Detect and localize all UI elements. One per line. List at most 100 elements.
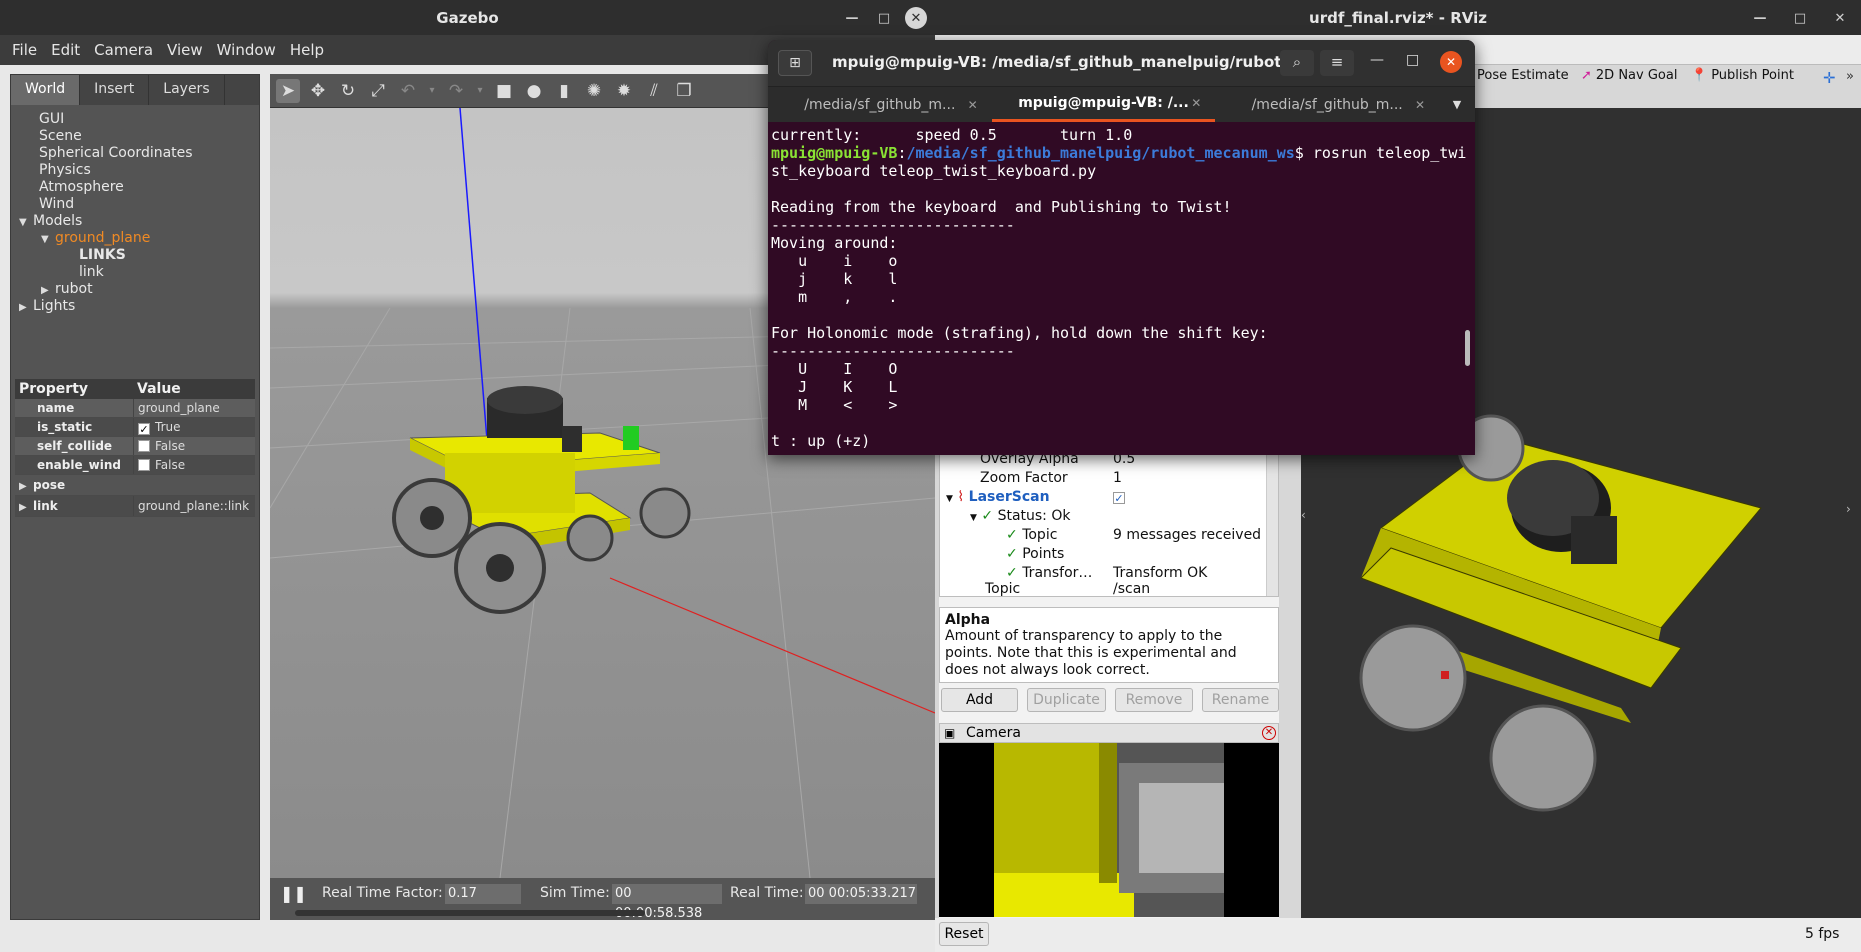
scale-icon[interactable]: ⤢ — [366, 79, 390, 103]
close-icon[interactable]: ✕ — [905, 7, 927, 29]
tool-nav-goal[interactable]: ➚ 2D Nav Goal — [1581, 68, 1677, 83]
menu-help[interactable]: Help — [290, 41, 324, 59]
expand-right-icon[interactable]: ▶ — [19, 476, 33, 497]
tree-item-rubot[interactable]: ▶ rubot — [11, 281, 259, 298]
tab-list-dropdown-icon[interactable]: ▼ — [1439, 87, 1475, 122]
maximize-icon[interactable]: □ — [1789, 7, 1811, 29]
reset-button[interactable]: Reset — [939, 922, 989, 946]
expand-right-icon[interactable]: ▶ — [41, 282, 55, 299]
tab-world[interactable]: World — [11, 75, 81, 105]
tree-item-atmosphere[interactable]: Atmosphere — [11, 179, 259, 196]
close-icon[interactable]: ✕ — [1440, 51, 1462, 73]
hamburger-menu-icon[interactable]: ≡ — [1320, 50, 1354, 76]
terminal-output[interactable]: currently: speed 0.5 turn 1.0 mpuig@mpui… — [768, 122, 1475, 450]
copy-icon[interactable]: ❐ — [672, 79, 696, 103]
undo-icon[interactable]: ↶ — [396, 79, 420, 103]
tree-item-scene[interactable]: Scene — [11, 128, 259, 145]
prop-value[interactable]: ✓ True — [133, 418, 255, 436]
terminal-scrollbar[interactable] — [1465, 330, 1470, 366]
undo-dropdown-icon[interactable]: ▾ — [426, 79, 438, 103]
terminal-tab-3[interactable]: /media/sf_github_m... ✕ — [1215, 87, 1439, 122]
checkbox-unchecked[interactable] — [138, 440, 150, 452]
close-icon[interactable]: ✕ — [1829, 7, 1851, 29]
expand-down-icon[interactable]: ▼ — [19, 214, 33, 231]
prop-value[interactable]: ground_plane — [133, 399, 255, 417]
translate-icon[interactable]: ✥ — [306, 79, 330, 103]
toolbar-overflow-icon[interactable]: » — [1846, 69, 1854, 84]
spot-light-icon[interactable]: ✹ — [612, 79, 636, 103]
pause-icon[interactable]: ❚❚ — [280, 884, 307, 903]
expand-down-icon[interactable]: ▼ — [970, 513, 977, 523]
remove-button[interactable]: Remove — [1115, 688, 1193, 712]
expand-right-icon[interactable]: ▶ — [19, 497, 33, 518]
cylinder-shape-icon[interactable]: ▮ — [552, 79, 576, 103]
checkbox-checked[interactable]: ✓ — [138, 423, 150, 435]
tab-insert[interactable]: Insert — [80, 75, 150, 105]
redo-dropdown-icon[interactable]: ▾ — [474, 79, 486, 103]
laserscan-enabled-checkbox[interactable]: ✓ — [1113, 492, 1125, 504]
menu-file[interactable]: File — [12, 41, 37, 59]
box-shape-icon[interactable]: ■ — [492, 79, 516, 103]
tree-item-wind[interactable]: Wind — [11, 196, 259, 213]
tab-close-icon[interactable]: ✕ — [1191, 96, 1201, 110]
tool-publish-point[interactable]: 📍 Publish Point — [1691, 68, 1794, 83]
status-ok-row[interactable]: ▼ ✓ Status: Ok — [970, 507, 1070, 526]
checkbox-unchecked[interactable] — [138, 459, 150, 471]
menu-view[interactable]: View — [167, 41, 203, 59]
duplicate-button[interactable]: Duplicate — [1027, 688, 1106, 712]
prop-row-pose[interactable]: ▶ pose — [15, 475, 255, 496]
tool-pose-estimate[interactable]: Pose Estimate — [1477, 68, 1569, 83]
menu-window[interactable]: Window — [217, 41, 276, 59]
terminal-tab-2[interactable]: mpuig@mpuig-VB: /... ✕ — [991, 87, 1216, 122]
rotate-icon[interactable]: ↻ — [336, 79, 360, 103]
collapse-left-icon[interactable]: ‹ — [1301, 508, 1306, 522]
prop-value[interactable]: False — [133, 456, 255, 474]
displays-scrollbar[interactable] — [1266, 446, 1278, 596]
expand-right-icon[interactable]: ▶ — [19, 299, 33, 316]
tree-item-models[interactable]: ▼ Models — [11, 213, 259, 230]
gazebo-status-bar: ❚❚ Real Time Factor: 0.17 Sim Time: 00 0… — [270, 878, 935, 921]
tree-item-gui[interactable]: GUI — [11, 111, 259, 128]
tree-item-lights[interactable]: ▶ Lights — [11, 298, 259, 315]
add-tool-icon[interactable]: ✛ — [1823, 69, 1836, 87]
redo-icon[interactable]: ↷ — [444, 79, 468, 103]
tree-item-spherical[interactable]: Spherical Coordinates — [11, 145, 259, 162]
display-laserscan[interactable]: ▼ ⌇ LaserScan — [946, 488, 1050, 507]
expand-down-icon[interactable]: ▼ — [946, 494, 953, 504]
prop-value[interactable]: False — [133, 437, 255, 455]
display-prop-value[interactable]: 1 — [1113, 469, 1122, 488]
display-prop-value[interactable]: /scan — [1113, 580, 1150, 599]
new-tab-icon[interactable]: ⊞ — [778, 50, 812, 76]
directional-light-icon[interactable]: ⫽ — [642, 79, 666, 103]
terminal-tab-1[interactable]: /media/sf_github_m... ✕ — [768, 87, 992, 122]
tab-close-icon[interactable]: ✕ — [1415, 98, 1425, 112]
tree-item-link[interactable]: link — [11, 264, 259, 281]
sphere-shape-icon[interactable]: ● — [522, 79, 546, 103]
minimize-icon[interactable]: — — [1370, 52, 1384, 68]
tree-item-ground-plane[interactable]: ▼ ground_plane — [11, 230, 259, 247]
tab-close-icon[interactable]: ✕ — [968, 98, 978, 112]
property-table: Property Value name ground_plane is_stat… — [15, 379, 255, 517]
expand-right-icon[interactable]: › — [1846, 502, 1851, 516]
select-arrow-icon[interactable]: ➤ — [276, 78, 300, 103]
add-button[interactable]: Add — [941, 688, 1018, 712]
prop-row-link[interactable]: ▶ link ground_plane::link — [15, 496, 255, 517]
menu-camera[interactable]: Camera — [94, 41, 153, 59]
checkbox-label: False — [155, 458, 186, 472]
minimize-icon[interactable]: — — [1749, 7, 1771, 29]
prop-key: enable_wind — [15, 456, 133, 474]
rename-button[interactable]: Rename — [1202, 688, 1279, 712]
camera-close-icon[interactable]: ✕ — [1262, 726, 1276, 740]
point-light-icon[interactable]: ✺ — [582, 79, 606, 103]
tab-layers[interactable]: Layers — [149, 75, 225, 105]
minimize-icon[interactable]: — — [841, 7, 863, 29]
expand-down-icon[interactable]: ▼ — [41, 231, 55, 248]
tree-item-physics[interactable]: Physics — [11, 162, 259, 179]
maximize-icon[interactable]: □ — [1406, 52, 1419, 68]
robot-model[interactable] — [392, 386, 691, 614]
sim-time-label: Sim Time: — [540, 885, 610, 901]
search-icon[interactable]: ⌕ — [1280, 50, 1314, 76]
menu-edit[interactable]: Edit — [51, 41, 80, 59]
maximize-icon[interactable]: □ — [873, 7, 895, 29]
time-slider[interactable] — [295, 910, 645, 916]
